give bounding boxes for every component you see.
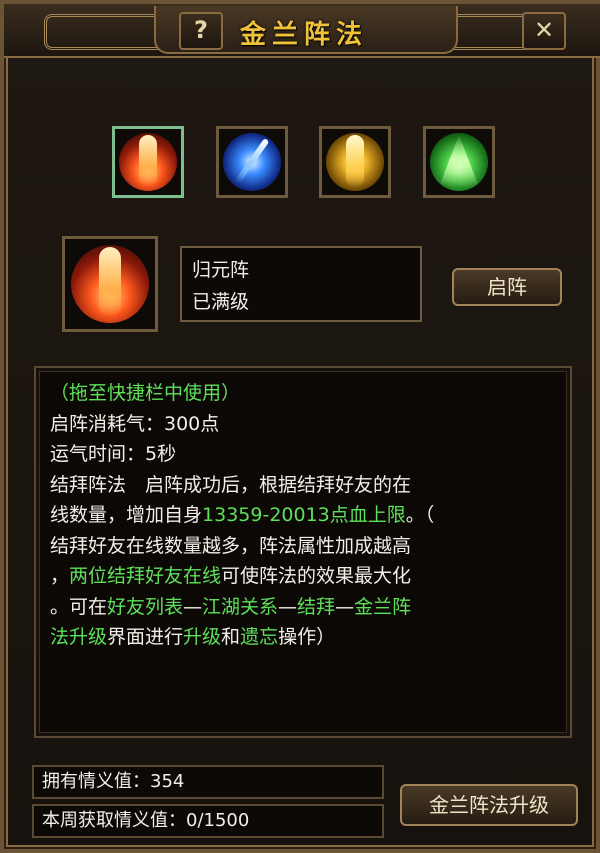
formation-level: 已满级 [192,291,250,313]
desc-line: ，两位结拜好友在线可使阵法的效果最大化 [50,565,412,587]
blue-formation-icon[interactable] [216,126,288,198]
close-button[interactable]: ✕ [522,12,566,50]
upgrade-formation-button[interactable]: 金兰阵法升级 [400,784,578,826]
selected-formation-icon[interactable] [62,236,158,332]
desc-line: 结拜好友在线数量越多，阵法属性加成越高 [50,534,412,557]
help-button[interactable]: ? [179,12,223,50]
desc-line: 线数量，增加自身13359-20013点血上限。（ [50,504,435,526]
formation-window: 金兰阵法 ? ✕ 归元阵 已满级 启阵 （拖至快捷栏中使用） 启阵消耗气：300… [0,0,600,853]
drag-hint: （拖至快捷栏中使用） [50,382,241,404]
duration-line: 运气时间：5秒 [50,443,177,465]
desc-line: 。可在好友列表—江湖关系—结拜—金兰阵 [50,595,412,618]
gold-formation-icon[interactable] [319,126,391,198]
desc-line: 法升级界面进行升级和遗忘操作） [50,626,336,648]
formation-info: 归元阵 已满级 [180,246,422,322]
owned-loyalty-value: 拥有情义值：354 [32,765,384,799]
green-formation-icon[interactable] [423,126,495,198]
activate-button[interactable]: 启阵 [452,268,562,306]
cost-line: 启阵消耗气：300点 [50,412,220,435]
formation-name: 归元阵 [192,259,250,281]
title-bar: 金兰阵法 ? ✕ [4,4,600,58]
desc-line: 结拜阵法 启阵成功后，根据结拜好友的在 [50,473,412,496]
formation-description: （拖至快捷栏中使用） 启阵消耗气：300点 运气时间：5秒 结拜阵法 启阵成功后… [34,366,572,738]
red-formation-icon[interactable] [112,126,184,198]
weekly-loyalty-value: 本周获取情义值：0/1500 [32,804,384,838]
